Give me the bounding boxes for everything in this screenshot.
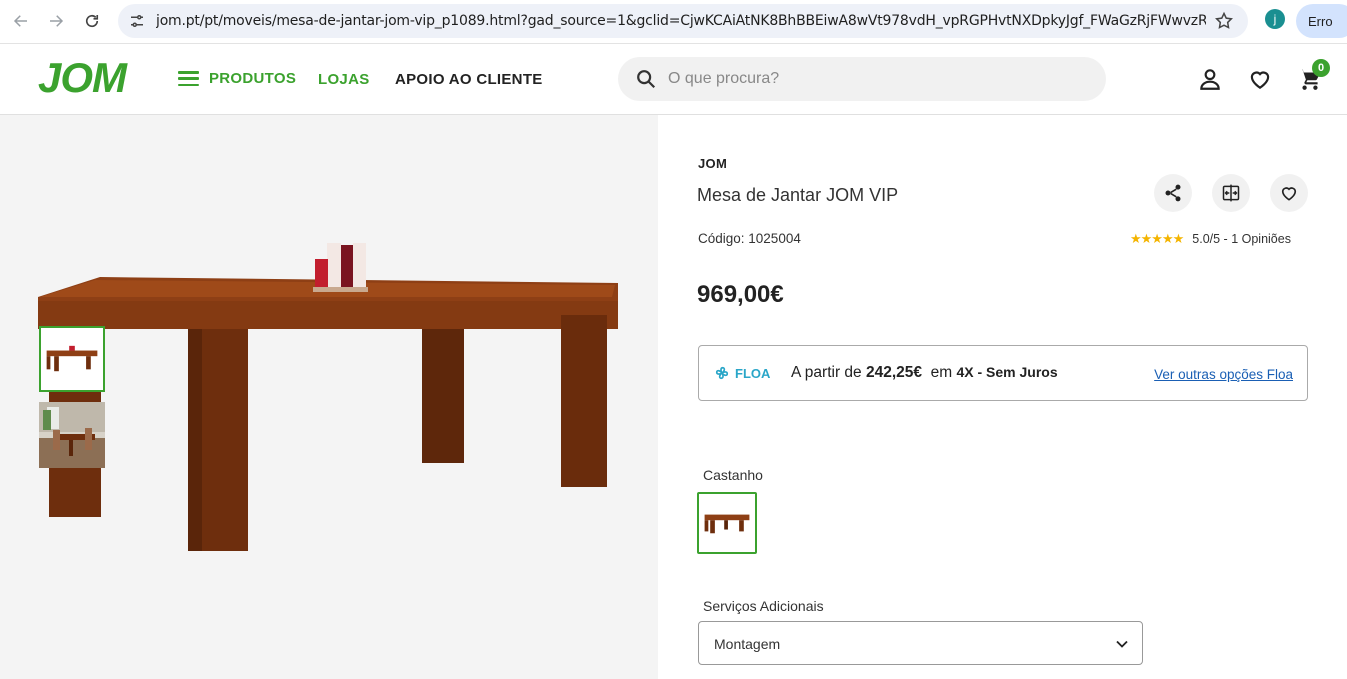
product-price: 969,00€ [697,281,784,308]
color-label: Castanho [703,467,763,483]
floa-amount: 242,25€ [865,364,922,381]
floa-financing-box: FLOA A partir de 242,25€ em 4X - Sem Jur… [698,345,1308,401]
main-product-image[interactable] [0,115,658,679]
wishlist-heart-icon[interactable] [1247,66,1273,92]
nav-stores[interactable]: LOJAS [318,71,370,88]
site-header: JOM PRODUTOS LOJAS APOIO AO CLIENTE 0 [0,44,1347,115]
services-select-value: Montagem [714,636,781,652]
thumbnail-room-image [39,402,105,468]
services-label: Serviços Adicionais [703,598,824,614]
reload-icon [85,14,99,28]
reload-button[interactable] [80,9,104,33]
heart-icon [1281,187,1297,201]
nav-support[interactable]: APOIO AO CLIENTE [395,71,543,88]
hamburger-icon [178,71,199,86]
search-input[interactable] [668,57,1088,101]
product-rating[interactable]: ★★★★★ 5.0/5 - 1 Opiniões [1130,231,1291,247]
wishlist-button[interactable] [1270,174,1308,212]
forward-button[interactable] [44,9,68,33]
floa-installments: 4X - Sem Juros [956,364,1058,380]
address-bar[interactable]: jom.pt/pt/moveis/mesa-de-jantar-jom-vip_… [118,4,1248,38]
profile-avatar[interactable]: j [1265,9,1285,29]
floa-flower-icon [715,366,729,380]
floa-more-options-link[interactable]: Ver outras opções Floa [1154,367,1293,382]
services-select[interactable]: Montagem [698,621,1143,665]
arrow-right-icon [50,15,64,27]
share-icon [1165,184,1181,202]
floa-middle: em [930,364,953,381]
site-logo[interactable]: JOM [38,54,127,102]
product-code: Código: 1025004 [698,231,801,246]
rating-stars-icon: ★★★★★ [1130,231,1184,246]
error-button[interactable]: Erro [1296,4,1347,38]
floa-logo: FLOA [713,364,770,382]
floa-offer-text: A partir de 242,25€ em 4X - Sem Juros [791,364,1058,382]
bookmark-star-icon[interactable] [1214,11,1234,31]
thumbnail-table-image [41,328,103,390]
nav-products-label: PRODUTOS [209,70,297,87]
thumbnail-2[interactable] [39,402,105,468]
product-brand[interactable]: JOM [698,156,727,171]
thumbnail-1[interactable] [39,326,105,392]
cart-count-badge: 0 [1312,59,1330,77]
search-icon[interactable] [635,68,657,90]
compare-button[interactable] [1212,174,1250,212]
compare-icon [1222,184,1240,202]
chevron-down-icon [1116,640,1128,648]
product-gallery [0,115,658,679]
url-text[interactable]: jom.pt/pt/moveis/mesa-de-jantar-jom-vip_… [156,13,1206,29]
floa-logo-text: FLOA [735,365,771,381]
swatch-table-image [699,494,755,552]
product-title: Mesa de Jantar JOM VIP [697,185,899,205]
color-swatch[interactable] [697,492,757,554]
site-settings-icon[interactable] [128,12,146,30]
browser-toolbar: jom.pt/pt/moveis/mesa-de-jantar-jom-vip_… [0,0,1347,44]
search-bar [618,57,1106,101]
arrow-left-icon [13,15,27,27]
back-button[interactable] [9,9,33,33]
rating-text[interactable]: 5.0/5 - 1 Opiniões [1192,232,1291,246]
nav-products[interactable]: PRODUTOS [178,70,296,87]
floa-prefix: A partir de [791,364,862,381]
user-icon[interactable] [1197,66,1223,92]
share-button[interactable] [1154,174,1192,212]
